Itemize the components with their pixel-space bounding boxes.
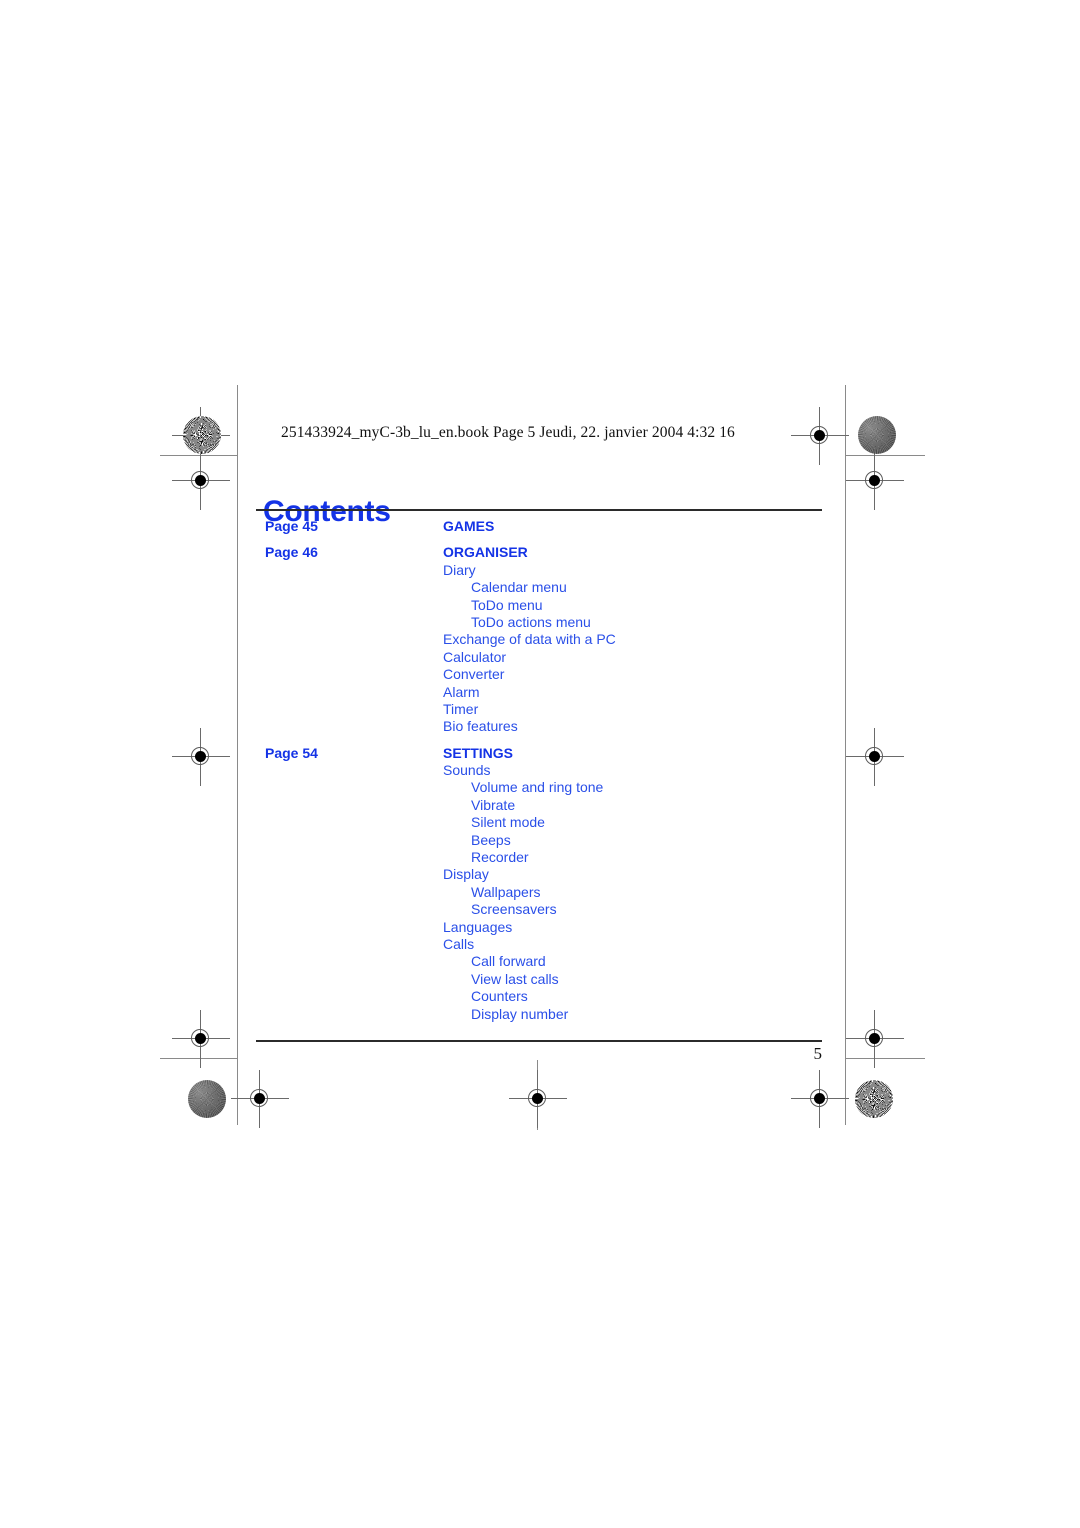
toc-entry-label: Counters — [471, 988, 528, 1005]
toc-entry-row[interactable]: Diary — [256, 562, 822, 579]
toc-entry-row[interactable]: Volume and ring tone — [256, 779, 822, 796]
toc-entry-label: Volume and ring tone — [471, 779, 604, 796]
toc-entry-label: Vibrate — [471, 796, 516, 813]
toc-entry-row[interactable]: Converter — [256, 666, 822, 683]
toc-entry-row[interactable]: Call forward — [256, 953, 822, 970]
toc-entry-label: Alarm — [443, 683, 480, 700]
toc-entry-label: Calculator — [443, 648, 507, 665]
toc-entry-row[interactable]: ToDo actions menu — [256, 614, 822, 631]
toc-section: Page 54 SETTINGS Sounds Volume and ring ton… — [256, 745, 822, 1023]
toc-entry-label: Call forward — [471, 953, 546, 970]
page-body: 251433924_myC-3b_lu_en.book Page 5 Jeudi… — [0, 0, 1080, 1528]
toc-entry-row[interactable]: Silent mode — [256, 814, 822, 831]
toc-entry-row[interactable]: Calls — [256, 936, 822, 953]
toc-page-label: Page 46 — [265, 544, 318, 561]
toc-entry-row[interactable]: Beeps — [256, 832, 822, 849]
toc-entry-row[interactable]: Calendar menu — [256, 579, 822, 596]
toc-entry-label: Languages — [443, 918, 513, 935]
toc-entry-row[interactable]: Bio features — [256, 718, 822, 735]
toc-entry-row[interactable]: Timer — [256, 701, 822, 718]
toc-entry-row[interactable]: Display number — [256, 1006, 822, 1023]
running-header: 251433924_myC-3b_lu_en.book Page 5 Jeudi… — [281, 424, 735, 441]
toc-page-label: Page 45 — [265, 518, 318, 534]
toc-entry-label: Display number — [471, 1005, 569, 1022]
toc-entry-row[interactable]: Display — [256, 866, 822, 883]
toc-entry-label: Display — [443, 866, 489, 883]
toc-entry-row[interactable]: Recorder — [256, 849, 822, 866]
toc-entry-label: ToDo menu — [471, 596, 543, 613]
toc-entry-label: Sounds — [443, 762, 491, 779]
toc-entry-row[interactable]: Screensavers — [256, 901, 822, 918]
rule-below-title — [256, 509, 822, 511]
toc-section-heading-row[interactable]: Page 54 SETTINGS — [256, 745, 822, 762]
toc-entry-label: Exchange of data with a PC — [443, 631, 616, 648]
toc-entry-label: Timer — [443, 700, 479, 717]
toc-entry-row[interactable]: View last calls — [256, 971, 822, 988]
toc-section-heading: ORGANISER — [443, 544, 528, 561]
toc-entry-row[interactable]: Counters — [256, 988, 822, 1005]
toc-entry-label: Screensavers — [471, 901, 557, 918]
toc-section-heading-row[interactable]: Page 45 GAMES — [256, 518, 822, 535]
toc-entry-row[interactable]: ToDo menu — [256, 597, 822, 614]
toc-entry-label: Beeps — [471, 831, 511, 848]
toc-section-heading: GAMES — [443, 518, 495, 534]
toc-section-heading: SETTINGS — [443, 744, 514, 761]
toc-entry-row[interactable]: Exchange of data with a PC — [256, 631, 822, 648]
table-of-contents: Page 45 GAMES Page 46 ORGANISER Diary Calenda… — [256, 518, 822, 1023]
toc-entry-label: Converter — [443, 666, 505, 683]
toc-section-heading-row[interactable]: Page 46 ORGANISER — [256, 544, 822, 561]
toc-entry-label: Recorder — [471, 849, 529, 866]
toc-entry-label: Calls — [443, 935, 475, 952]
toc-entry-label: Silent mode — [471, 814, 545, 831]
toc-entry-label: Calendar menu — [471, 579, 567, 596]
toc-entry-row[interactable]: Calculator — [256, 649, 822, 666]
toc-entry-label: ToDo actions menu — [471, 613, 591, 630]
toc-entry-row[interactable]: Vibrate — [256, 797, 822, 814]
page-number: 5 — [813, 1044, 823, 1063]
toc-entry-label: Diary — [443, 561, 476, 578]
toc-page-label: Page 54 — [265, 744, 318, 761]
toc-entry-label: Wallpapers — [471, 883, 541, 900]
rule-above-folio — [256, 1040, 822, 1042]
toc-entry-label: Bio features — [443, 718, 518, 735]
toc-section: Page 46 ORGANISER Diary Calendar menu ToDo m… — [256, 544, 822, 735]
toc-entry-row[interactable]: Languages — [256, 919, 822, 936]
toc-section: Page 45 GAMES — [256, 518, 822, 535]
toc-entry-row[interactable]: Alarm — [256, 684, 822, 701]
toc-entry-row[interactable]: Sounds — [256, 762, 822, 779]
toc-entry-label: View last calls — [471, 970, 559, 987]
toc-entry-row[interactable]: Wallpapers — [256, 884, 822, 901]
